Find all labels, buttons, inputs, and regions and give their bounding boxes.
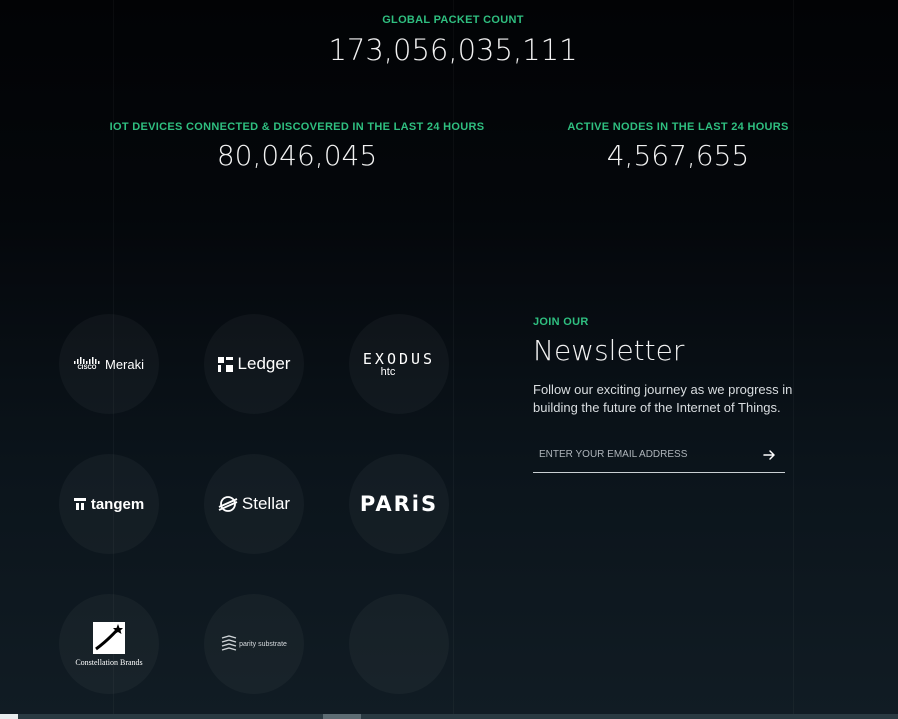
scrollbar-track-segment: [0, 714, 18, 719]
newsletter-description: Follow our exciting journey as we progre…: [533, 382, 793, 415]
stellar-rocket-icon: [218, 496, 238, 512]
constellation-label: Constellation Brands: [75, 658, 143, 667]
exodus-label: EXODUS: [362, 350, 436, 368]
grid-line: [793, 0, 794, 719]
iot-devices-label: IOT DEVICES CONNECTED & DISCOVERED IN TH…: [109, 121, 485, 133]
partner-paris-logo[interactable]: PARiS: [349, 454, 449, 554]
arrow-right-icon: [762, 450, 775, 460]
cisco-bars-icon: [73, 357, 100, 364]
partner-cisco-meraki-logo[interactable]: CISCO Meraki: [59, 314, 159, 414]
partner-constellation-brands-logo[interactable]: Constellation Brands: [59, 594, 159, 694]
active-nodes-label: ACTIVE NODES IN THE LAST 24 HOURS: [567, 121, 789, 133]
submit-email-button[interactable]: [758, 444, 780, 466]
paris-label: PARiS: [359, 492, 439, 516]
partner-exodus-htc-logo[interactable]: EXODUS htc: [349, 314, 449, 414]
stellar-label: Stellar: [241, 494, 291, 513]
newsletter-kicker: JOIN OUR: [533, 316, 589, 328]
partner-empty-slot: [349, 594, 449, 694]
parity-cube-icon: [221, 635, 237, 651]
ledger-mark-icon: [217, 356, 233, 372]
parity-label: parity substrate: [239, 640, 287, 648]
constellation-star-icon: [93, 622, 125, 654]
partner-stellar-logo[interactable]: Stellar: [204, 454, 304, 554]
newsletter-title: Newsletter: [533, 334, 685, 367]
active-nodes-value: 4,567,655: [606, 139, 750, 172]
partner-parity-substrate-logo[interactable]: parity substrate: [204, 594, 304, 694]
partner-tangem-logo[interactable]: tangem: [59, 454, 159, 554]
email-input[interactable]: [533, 437, 785, 473]
cisco-label: CISCO: [77, 365, 97, 371]
global-packet-count-label: GLOBAL PACKET COUNT: [382, 14, 524, 26]
iot-devices-value: 80,046,045: [216, 139, 378, 172]
grid-line: [453, 0, 454, 719]
tangem-label: tangem: [90, 495, 145, 513]
global-packet-count-value: 173,056,035,111: [328, 33, 578, 67]
ledger-label: Ledger: [237, 354, 291, 373]
meraki-label: Meraki: [104, 356, 144, 372]
horizontal-scrollbar[interactable]: [0, 714, 898, 719]
htc-label: htc: [380, 366, 396, 378]
scrollbar-thumb[interactable]: [323, 714, 361, 719]
tangem-mark-icon: [73, 498, 86, 510]
partner-ledger-logo[interactable]: Ledger: [204, 314, 304, 414]
